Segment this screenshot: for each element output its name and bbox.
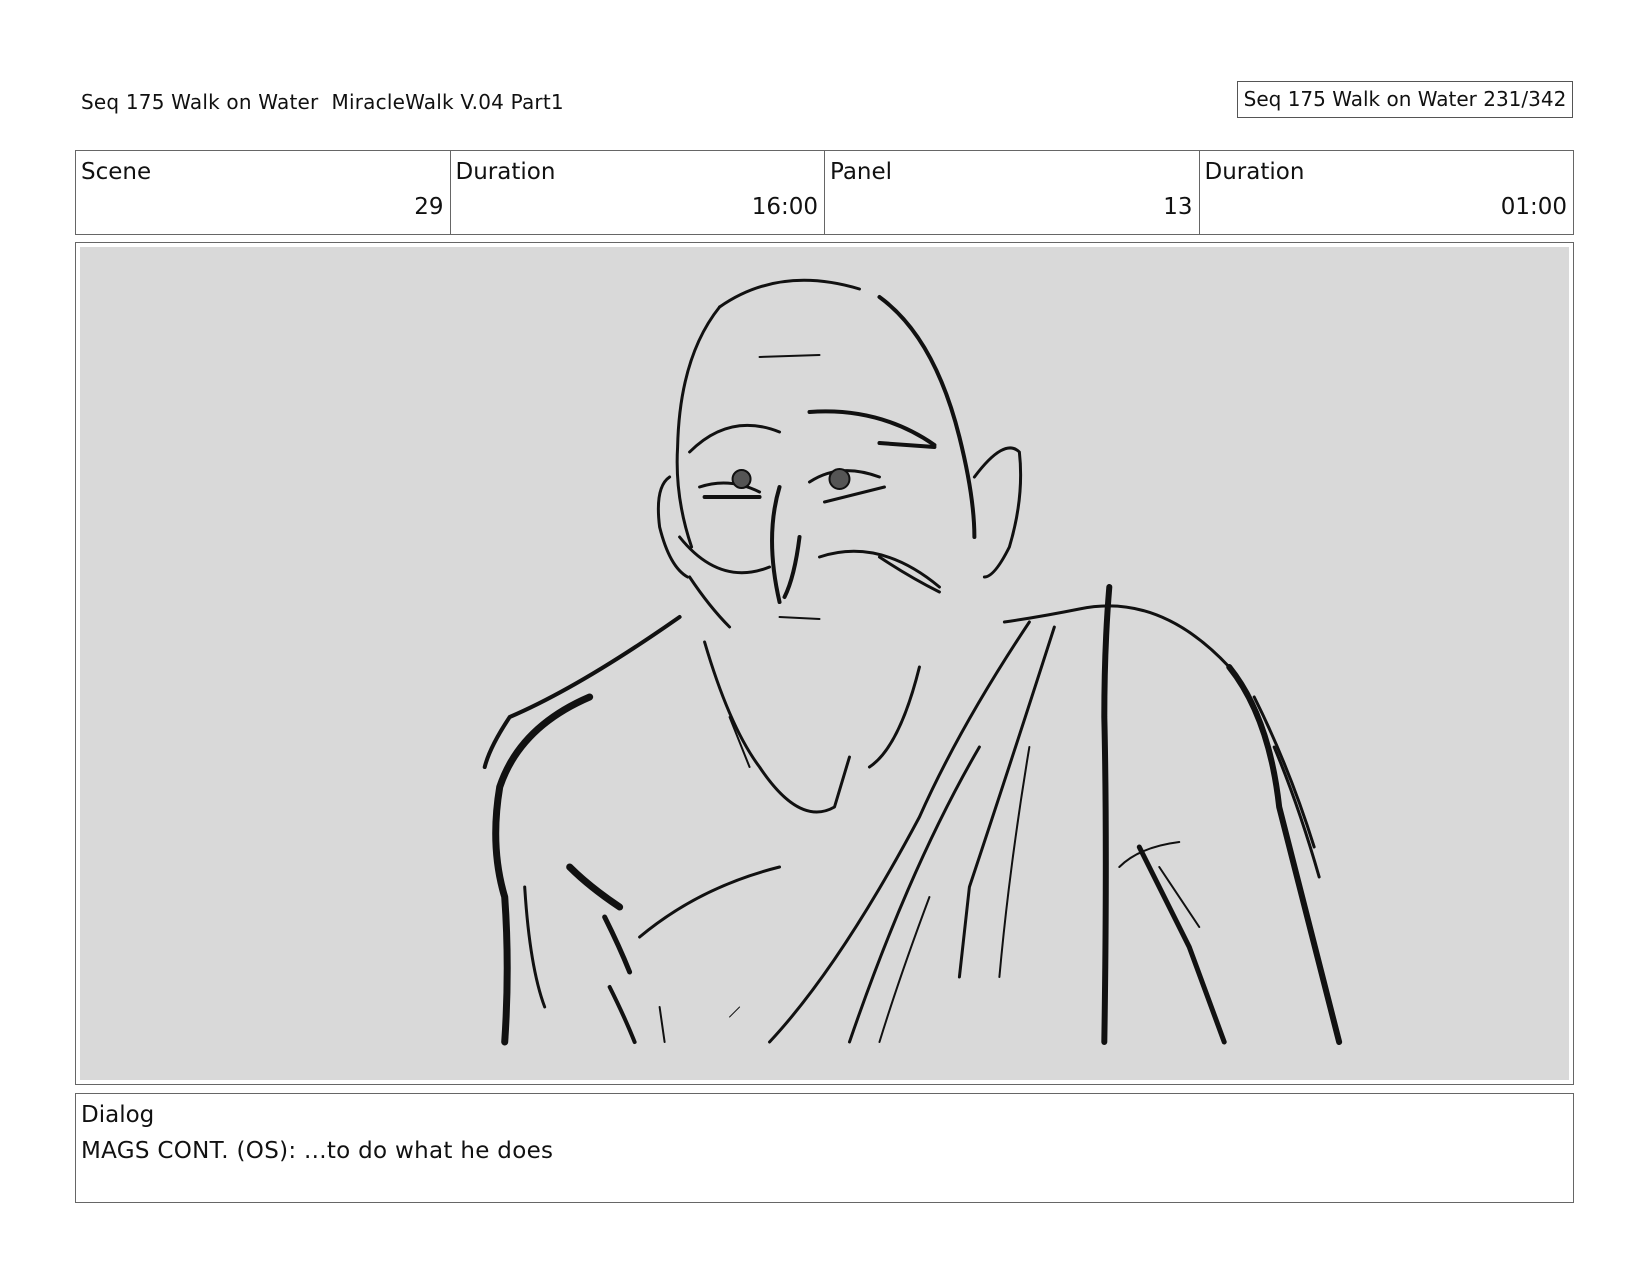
scene-info-row: Scene 29 Duration 16:00 Panel 13 Duratio… [75,150,1574,235]
panel-duration-value: 01:00 [1500,194,1567,220]
panel-duration-label: Duration [1204,159,1305,185]
scene-duration-value: 16:00 [751,194,818,220]
old-man-sketch [482,278,1343,1046]
panel-number: 13 [1163,194,1193,220]
storyboard-panel-image [80,247,1569,1080]
dialog-box: Dialog MAGS CONT. (OS): ...to do what he… [75,1093,1574,1203]
scene-label: Scene [81,159,152,185]
document-title: Seq 175 Walk on Water MiracleWalk V.04 P… [81,90,564,114]
panel-label: Panel [830,159,893,185]
panel-duration-cell: Duration 01:00 [1200,151,1574,234]
dialog-text: MAGS CONT. (OS): ...to do what he does [81,1138,554,1164]
scene-cell: Scene 29 [76,151,451,234]
scene-duration-cell: Duration 16:00 [451,151,825,234]
scene-duration-label: Duration [455,159,556,185]
dialog-label: Dialog [81,1102,155,1128]
scene-number: 29 [414,194,444,220]
panel-cell: Panel 13 [825,151,1200,234]
page-counter: Seq 175 Walk on Water 231/342 [1237,81,1573,118]
storyboard-panel-frame [75,242,1574,1085]
